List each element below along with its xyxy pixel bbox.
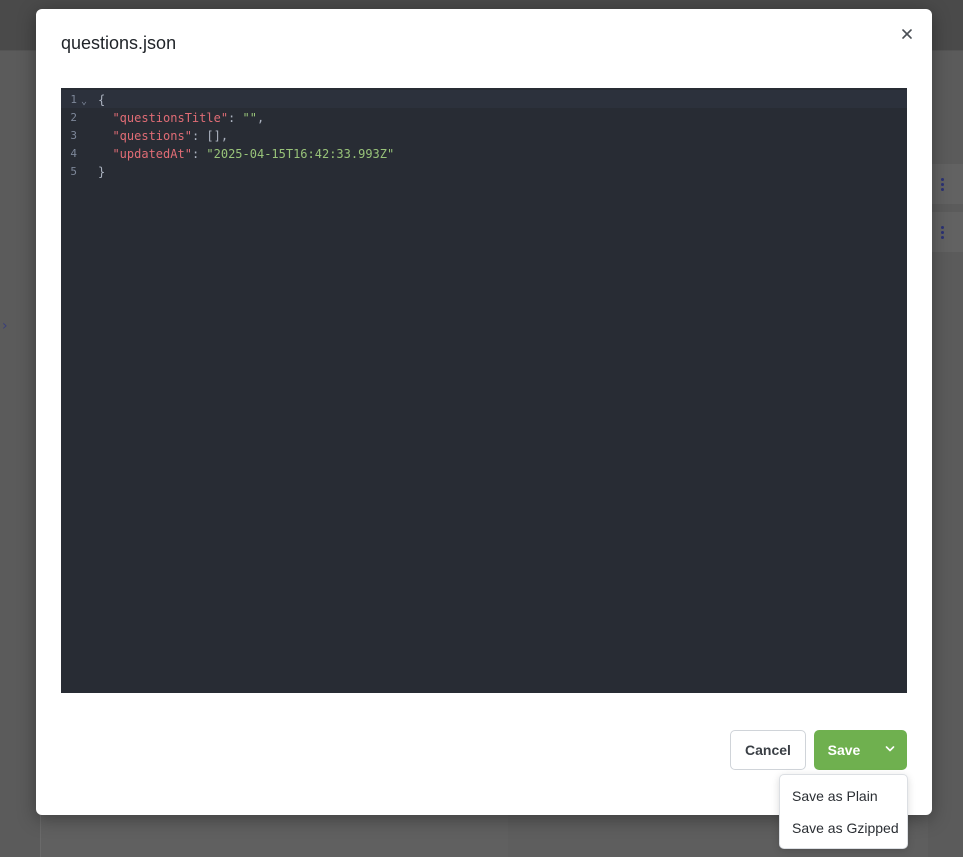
code-line[interactable]: 4 "updatedAt": "2025-04-15T16:42:33.993Z… xyxy=(61,145,907,163)
code-text: "questionsTitle": "", xyxy=(98,109,264,127)
code-text: { xyxy=(98,91,105,109)
json-key-token: "questionsTitle" xyxy=(112,111,229,125)
json-string-token: "" xyxy=(242,111,257,125)
menu-item-save-plain[interactable]: Save as Plain xyxy=(780,780,907,812)
close-button[interactable] xyxy=(896,23,918,45)
save-options-menu: Save as Plain Save as Gzipped xyxy=(779,774,908,849)
line-number: 3 xyxy=(70,129,77,142)
code-text: "questions": [], xyxy=(98,127,228,145)
json-key-token: "questions" xyxy=(112,129,192,143)
json-punctuation-token: { xyxy=(98,93,106,107)
json-punctuation-token: : [], xyxy=(191,129,229,143)
json-punctuation-token: } xyxy=(98,165,106,179)
json-key-token: "updatedAt" xyxy=(112,147,192,161)
code-line[interactable]: 2 "questionsTitle": "", xyxy=(61,109,907,127)
cancel-button[interactable]: Cancel xyxy=(730,730,806,770)
save-split-button: Save xyxy=(814,730,907,770)
code-line[interactable]: 1 ⌄{ xyxy=(61,91,907,109)
json-punctuation-token: : xyxy=(191,147,207,161)
file-editor-dialog: questions.json 1 ⌄{2 "questionsTitle": ""… xyxy=(36,9,932,815)
json-string-token: "2025-04-15T16:42:33.993Z" xyxy=(206,147,395,161)
menu-item-save-gzipped[interactable]: Save as Gzipped xyxy=(780,812,907,844)
background-row-action xyxy=(932,212,963,252)
line-number: 4 xyxy=(70,147,77,160)
close-icon xyxy=(902,29,912,39)
chevron-right-icon: › xyxy=(2,318,8,334)
kebab-menu-icon xyxy=(941,178,945,193)
code-text: "updatedAt": "2025-04-15T16:42:33.993Z" xyxy=(98,145,394,163)
line-number: 5 xyxy=(70,165,77,178)
kebab-menu-icon xyxy=(941,226,945,241)
json-code-editor[interactable]: 1 ⌄{2 "questionsTitle": "", 3 "questions":… xyxy=(61,88,907,693)
json-punctuation-token: : xyxy=(228,111,243,125)
json-punctuation-token xyxy=(98,111,112,125)
code-line[interactable]: 5} xyxy=(61,163,907,181)
save-options-toggle[interactable] xyxy=(874,730,907,770)
line-number: 2 xyxy=(70,111,77,124)
chevron-down-icon xyxy=(885,746,895,752)
background-panel xyxy=(40,812,510,857)
background-row-action xyxy=(932,164,963,204)
json-punctuation-token xyxy=(98,147,112,161)
line-number: 1 xyxy=(70,93,77,106)
json-punctuation-token xyxy=(98,129,112,143)
code-text: } xyxy=(98,163,105,181)
dialog-title: questions.json xyxy=(61,33,177,53)
code-line[interactable]: 3 "questions": [], xyxy=(61,127,907,145)
save-button[interactable]: Save xyxy=(814,730,874,770)
json-punctuation-token: , xyxy=(256,111,265,125)
